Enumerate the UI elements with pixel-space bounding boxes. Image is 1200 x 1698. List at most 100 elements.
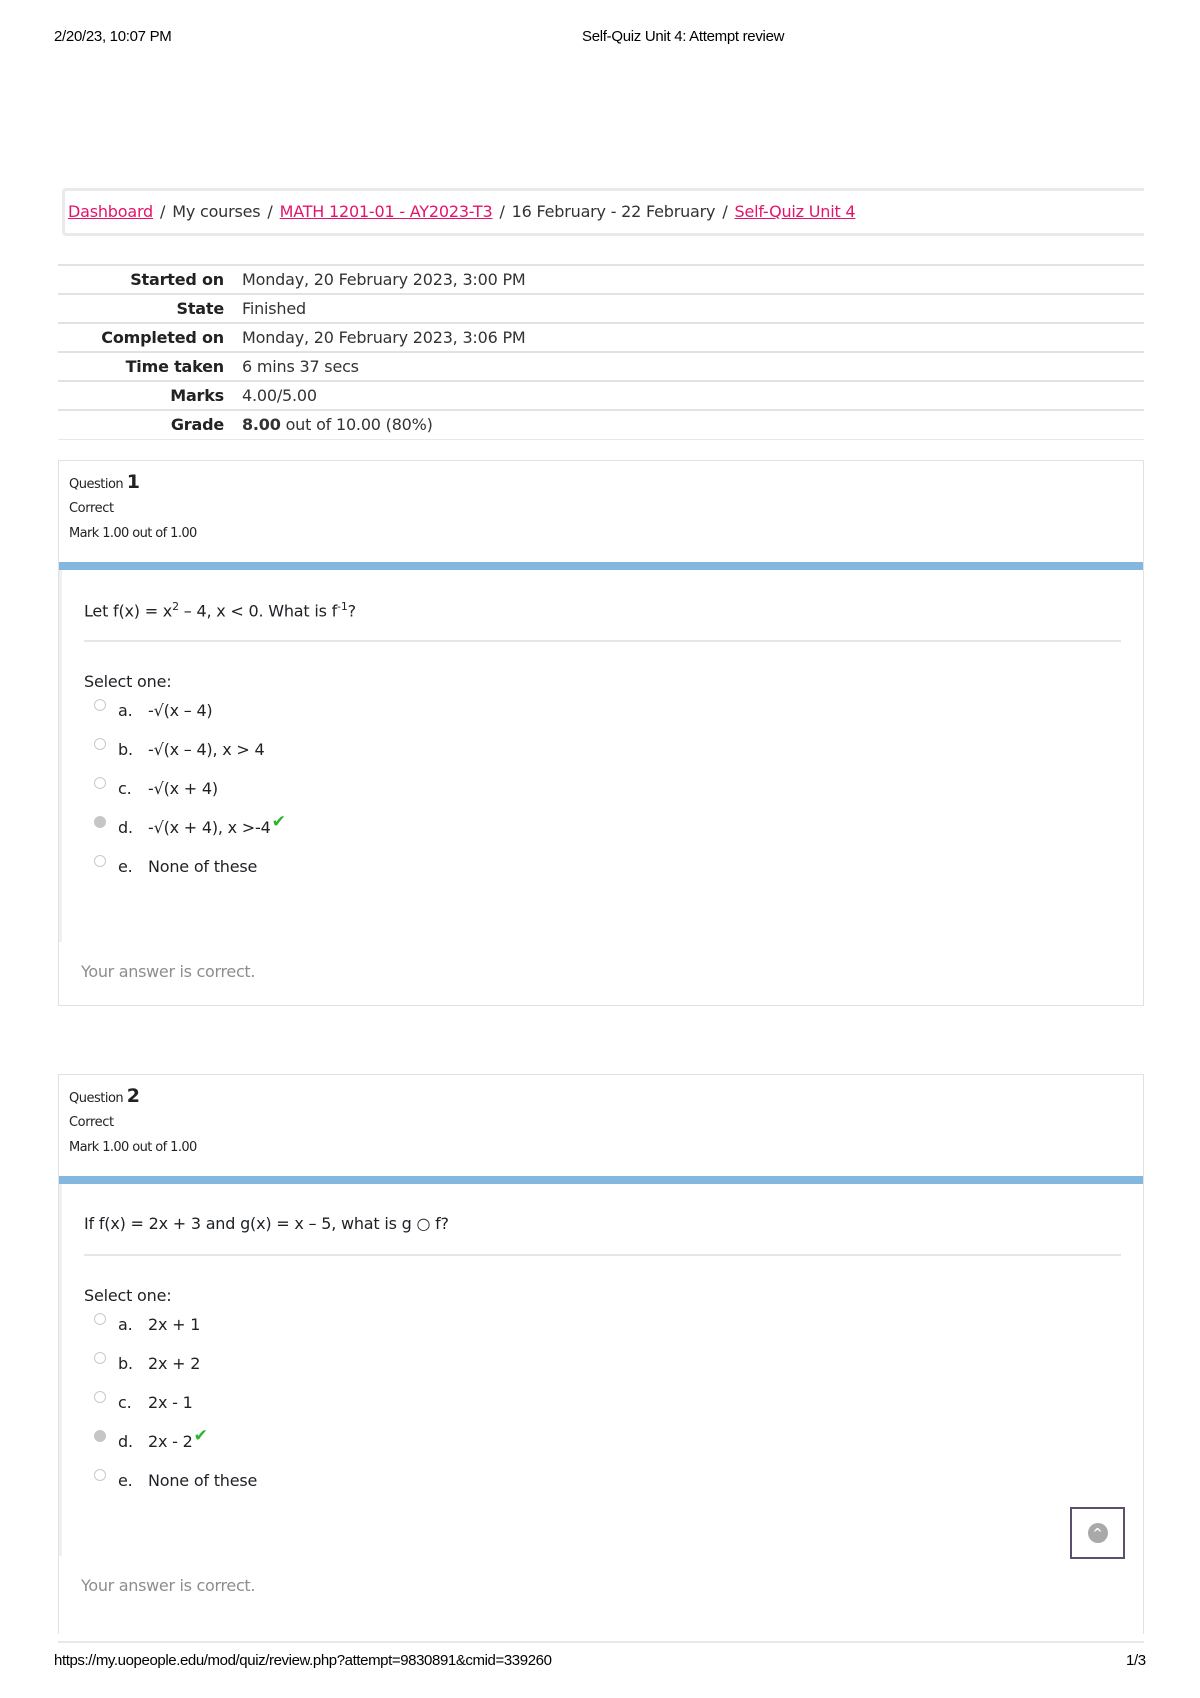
question-label: Question [69, 1091, 124, 1106]
question-1: Question 1 Correct Mark 1.00 out of 1.00… [58, 460, 1144, 1006]
question-divider-bar [59, 562, 1143, 570]
print-url: https://my.uopeople.edu/mod/quiz/review.… [54, 1652, 552, 1669]
radio-button[interactable] [94, 1390, 106, 1403]
answer-option-d[interactable]: d. 2x - 2 ✔ [84, 1422, 1121, 1461]
question-number-value: 1 [126, 471, 140, 493]
answer-option-b[interactable]: b. 2x + 2 [84, 1344, 1121, 1383]
question-feedback: Your answer is correct. [81, 1576, 256, 1595]
breadcrumb-course[interactable]: MATH 1201-01 - AY2023-T3 [280, 202, 493, 221]
answer-option-e[interactable]: e. None of these [84, 1461, 1121, 1500]
breadcrumb-quiz[interactable]: Self-Quiz Unit 4 [735, 202, 856, 221]
answer-option-c[interactable]: c. -√(x + 4) [84, 769, 1121, 808]
summary-label: State [176, 299, 225, 318]
question-state: Correct [69, 501, 114, 516]
breadcrumb: Dashboard / My courses / MATH 1201-01 - AY20… [68, 202, 856, 221]
question-divider-bar [59, 1176, 1143, 1184]
radio-button[interactable] [94, 1312, 106, 1325]
option-text: 2x + 2 [148, 1354, 201, 1373]
answer-option-e[interactable]: e. None of these [84, 847, 1121, 886]
radio-button[interactable] [94, 854, 106, 867]
question-number: Question 1 [69, 471, 1133, 493]
option-letter: b. [118, 740, 133, 759]
option-letter: e. [118, 857, 133, 876]
question-number-value: 2 [126, 1085, 140, 1107]
answer-option-a[interactable]: a. -√(x – 4) [84, 691, 1121, 730]
option-letter: e. [118, 1471, 133, 1490]
answer-option-d[interactable]: d. -√(x + 4), x >-4 ✔ [84, 808, 1121, 847]
print-datetime: 2/20/23, 10:07 PM [54, 28, 172, 45]
option-letter: b. [118, 1354, 133, 1373]
question-content: If f(x) = 2x + 3 and g(x) = x – 5, what … [59, 1184, 1143, 1556]
option-text: -√(x – 4) [148, 701, 213, 720]
summary-row-completed: Completed on Monday, 20 February 2023, 3:… [58, 323, 1144, 352]
radio-button[interactable] [94, 1351, 106, 1364]
grade-value: 8.00 [242, 415, 281, 435]
summary-label: Started on [130, 270, 224, 289]
option-letter: d. [118, 818, 133, 837]
summary-row-grade: Grade 8.00 out of 10.00 (80%) [58, 410, 1144, 439]
print-title: Self-Quiz Unit 4: Attempt review [582, 28, 785, 45]
radio-button[interactable] [94, 737, 106, 750]
summary-label: Grade [170, 415, 224, 435]
option-text: -√(x + 4), x >-4 [148, 818, 271, 837]
breadcrumb-dashboard[interactable]: Dashboard [68, 202, 153, 221]
question-state: Correct [69, 1115, 114, 1130]
footer-divider [58, 1641, 1144, 1643]
radio-button[interactable] [94, 776, 106, 789]
answer-option-c[interactable]: c. 2x - 1 [84, 1383, 1121, 1422]
option-letter: c. [118, 1393, 132, 1412]
option-text: None of these [148, 857, 258, 876]
breadcrumb-separator: / [267, 202, 273, 221]
option-text: 2x - 2 [148, 1432, 193, 1451]
question-2: Question 2 Correct Mark 1.00 out of 1.00… [58, 1074, 1144, 1634]
select-one-prompt: Select one: [84, 1286, 172, 1305]
option-text: -√(x – 4), x > 4 [148, 740, 265, 759]
summary-label: Time taken [125, 357, 225, 376]
option-text: -√(x + 4) [148, 779, 218, 798]
breadcrumb-separator: / [722, 202, 728, 221]
option-text: 2x + 1 [148, 1315, 201, 1334]
summary-value: Finished [242, 299, 306, 318]
option-text: 2x - 1 [148, 1393, 193, 1412]
select-one-prompt: Select one: [84, 672, 172, 691]
back-to-top-button[interactable]: ^ [1070, 1507, 1125, 1559]
question-separator [84, 1254, 1121, 1256]
summary-row-marks: Marks 4.00/5.00 [58, 381, 1144, 410]
radio-button[interactable] [94, 1468, 106, 1481]
attempt-summary-table: Started on Monday, 20 February 2023, 3:00… [58, 264, 1144, 440]
breadcrumb-my-courses: My courses [172, 202, 261, 221]
option-letter: a. [118, 1315, 133, 1334]
answer-options: a. -√(x – 4) b. -√(x – 4), x > 4 c. -√(x + … [84, 691, 1121, 886]
question-info: Question 2 Correct Mark 1.00 out of 1.00 [59, 1075, 1143, 1176]
question-separator [84, 640, 1121, 642]
question-label: Question [69, 477, 124, 492]
grade-suffix: out of 10.00 (80%) [280, 415, 433, 435]
breadcrumb-separator: / [160, 202, 166, 221]
answer-options: a. 2x + 1 b. 2x + 2 c. 2x - 1 d. 2x - 2 ✔ e. N… [84, 1305, 1121, 1500]
summary-label: Completed on [101, 328, 224, 347]
question-mark: Mark 1.00 out of 1.00 [69, 526, 197, 541]
qtext-part: – 4, x < 0. What is f [178, 601, 338, 621]
qtext-sup: 2 [172, 600, 179, 613]
radio-button-selected[interactable] [94, 1429, 106, 1442]
summary-row-started: Started on Monday, 20 February 2023, 3:00… [58, 265, 1144, 294]
radio-button[interactable] [94, 698, 106, 711]
correct-check-icon: ✔ [193, 1425, 208, 1446]
correct-check-icon: ✔ [271, 811, 286, 832]
qtext-part: Let f(x) = x [84, 601, 173, 621]
option-text: None of these [148, 1471, 258, 1490]
option-letter: d. [118, 1432, 133, 1451]
radio-button-selected[interactable] [94, 815, 106, 828]
summary-label: Marks [170, 386, 224, 405]
qtext-sup: -1 [337, 600, 348, 613]
question-feedback: Your answer is correct. [81, 962, 256, 981]
summary-value: 6 mins 37 secs [242, 357, 359, 376]
breadcrumb-separator: / [499, 202, 505, 221]
answer-option-a[interactable]: a. 2x + 1 [84, 1305, 1121, 1344]
print-page-number: 1/3 [1126, 1652, 1146, 1669]
option-letter: c. [118, 779, 132, 798]
answer-option-b[interactable]: b. -√(x – 4), x > 4 [84, 730, 1121, 769]
question-mark: Mark 1.00 out of 1.00 [69, 1140, 197, 1155]
question-number: Question 2 [69, 1085, 1133, 1107]
summary-value: 8.00 out of 10.00 (80%) [242, 410, 1144, 439]
